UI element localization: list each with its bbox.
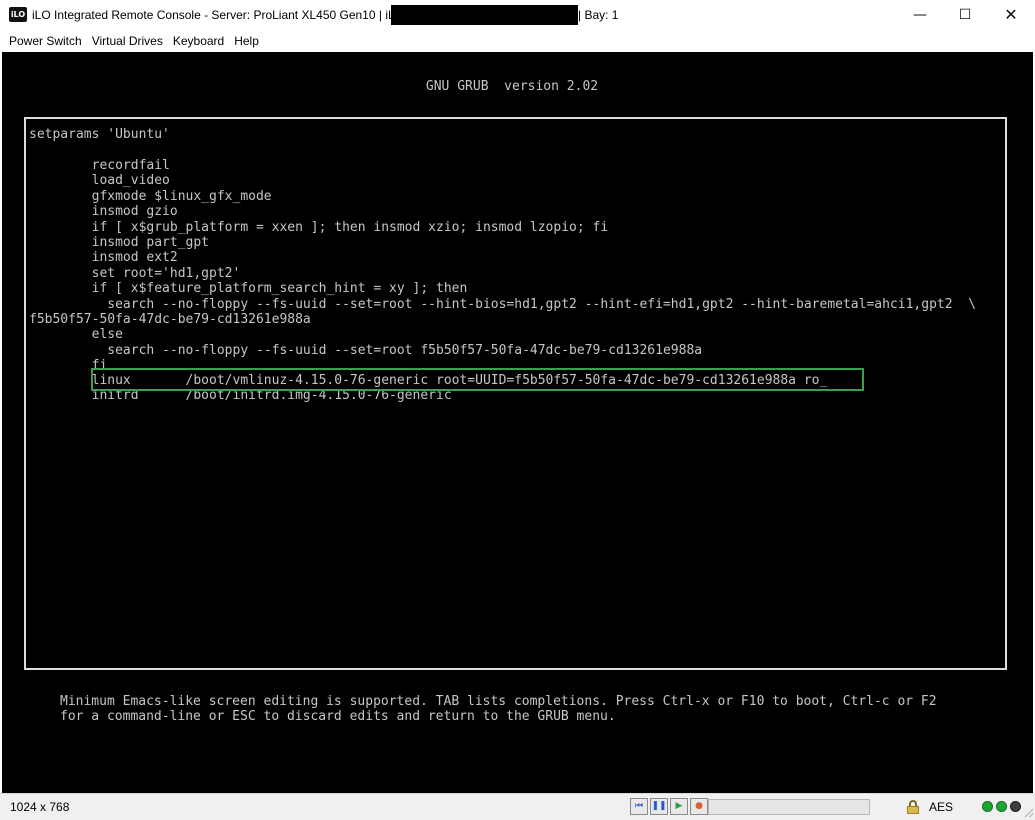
help-text-line: Minimum Emacs-like screen editing is sup… [60,694,937,709]
resolution-label: 1024 x 768 [10,800,70,814]
highlight-box [91,368,864,391]
grub-line: recordfail [29,158,170,173]
status-led-icon [996,801,1007,812]
grub-line: setparams 'Ubuntu' [29,127,170,142]
maximize-icon: ☐ [958,7,972,23]
grub-line: set root='hd1,gpt2' [29,266,241,281]
status-led-icon [982,801,993,812]
menu-help[interactable]: Help [229,31,264,51]
grub-line: search --no-floppy --fs-uuid --set=root … [29,343,703,358]
grub-edit-box[interactable]: setparams 'Ubuntu' recordfail load_video… [24,117,1007,670]
pause-icon[interactable]: ❚❚ [650,798,668,815]
lock-icon [906,800,920,814]
minimize-button[interactable]: — [897,0,943,30]
grub-line: f5b50f57-50fa-47dc-be79-cd13261e988a [29,312,311,327]
encryption-label: AES [929,800,954,814]
grub-line: insmod gzio [29,204,178,219]
window-title: iLO Integrated Remote Console - Server: … [32,8,408,22]
grub-line: if [ x$grub_platform = xxen ]; then insm… [29,220,609,235]
status-bar: 1024 x 768 ⏮ ❚❚ ▶ ● AES [0,793,1035,820]
grub-line: if [ x$feature_platform_search_hint = xy… [29,281,468,296]
redacted-ip-block [391,5,578,25]
help-text-line: for a command-line or ESC to discard edi… [60,709,616,724]
maximize-button[interactable]: ☐ [942,0,988,30]
title-bar[interactable]: iLO iLO Integrated Remote Console - Serv… [0,0,1035,30]
playback-controls: ⏮ ❚❚ ▶ ● [630,798,708,815]
minimize-icon: — [913,7,927,23]
window-title-bay: | Bay: 1 [578,8,619,22]
menu-keyboard[interactable]: Keyboard [168,31,229,51]
menu-power-switch[interactable]: Power Switch [4,31,87,51]
play-icon[interactable]: ▶ [670,798,688,815]
record-icon[interactable]: ● [690,798,708,815]
rewind-icon[interactable]: ⏮ [630,798,648,815]
grub-line: else [29,327,123,342]
grub-line: search --no-floppy --fs-uuid --set=root … [29,297,977,312]
resize-grip-icon[interactable] [1024,808,1033,817]
grub-line: insmod part_gpt [29,235,210,250]
menu-bar: Power Switch Virtual Drives Keyboard Hel… [0,30,1035,52]
ilo-app-icon: iLO [9,7,27,22]
close-button[interactable]: ✕ [988,0,1034,30]
remote-console-screen[interactable]: GNU GRUB version 2.02 setparams 'Ubuntu'… [2,52,1033,793]
grub-line: load_video [29,173,170,188]
grub-line: gfxmode $linux_gfx_mode [29,189,272,204]
playback-progress-bar[interactable] [708,799,870,815]
status-led-icon [1010,801,1021,812]
menu-virtual-drives[interactable]: Virtual Drives [87,31,168,51]
close-icon: ✕ [1004,5,1018,24]
grub-version-title: GNU GRUB version 2.02 [425,79,599,94]
grub-line: insmod ext2 [29,250,178,265]
